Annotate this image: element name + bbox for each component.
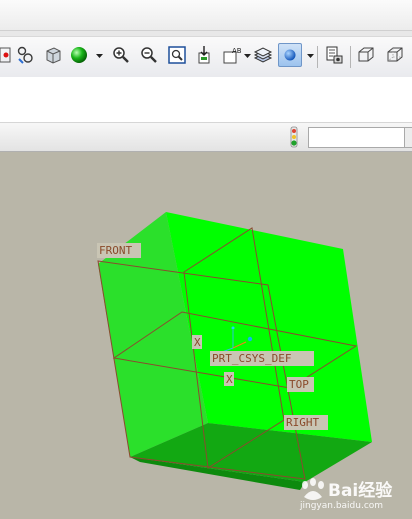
selection-filter[interactable] [308, 127, 406, 148]
toolbar-separator [317, 46, 318, 68]
chevron-down-icon[interactable] [96, 52, 103, 59]
shading-button[interactable] [355, 44, 377, 66]
message-area [0, 77, 412, 123]
svg-text:RIGHT: RIGHT [286, 416, 319, 429]
svg-text:PRT_CSYS_DEF: PRT_CSYS_DEF [212, 352, 291, 365]
svg-text:X: X [226, 373, 233, 386]
zoom-out-icon [141, 47, 157, 63]
chevron-down-icon[interactable] [244, 52, 251, 59]
regenerate-icon [0, 47, 11, 63]
x-axis-label: X [224, 372, 234, 386]
hidden-line-cube-icon [387, 47, 403, 62]
reorient-icon [198, 46, 210, 64]
layers-icon [253, 47, 273, 63]
window-title-strip [0, 0, 412, 31]
reorient-button[interactable] [194, 44, 216, 66]
search-tool-button[interactable] [14, 44, 36, 66]
right-label: RIGHT [284, 415, 328, 430]
wire-cube-icon [358, 47, 374, 62]
toolbar-separator [350, 46, 351, 68]
refit-button[interactable] [166, 44, 188, 66]
top-label: TOP [287, 377, 314, 392]
model-view: FRONT PRT_CSYS_DEF TOP RIGHT X X [97, 212, 372, 490]
layers-button[interactable] [252, 44, 274, 66]
sphere-icon [71, 47, 87, 63]
svg-text:TOP: TOP [289, 378, 309, 391]
view-orient-button[interactable] [42, 44, 64, 66]
watermark-url: jingyan.baidu.com [300, 501, 384, 511]
saved-views-button[interactable]: AB [222, 44, 244, 66]
display-style-button[interactable] [68, 44, 90, 66]
baidu-paw-icon [302, 478, 324, 500]
watermark-brand: Bai经验 [328, 481, 393, 501]
graphics-viewport[interactable]: FRONT PRT_CSYS_DEF TOP RIGHT X X [0, 152, 412, 519]
main-toolbar: AB [0, 36, 412, 78]
zoom-out-button[interactable] [138, 44, 160, 66]
orient-cube-icon [46, 47, 61, 64]
front-label: FRONT [97, 243, 141, 258]
zoom-in-button[interactable] [110, 44, 132, 66]
refit-icon [168, 46, 186, 64]
spin-center-icon [284, 49, 296, 61]
svg-text:FRONT: FRONT [99, 244, 132, 257]
svg-text:X: X [194, 336, 201, 349]
model-tree-icon [326, 46, 343, 64]
csys-label: PRT_CSYS_DEF [210, 351, 314, 366]
filter-dropdown-button[interactable] [404, 127, 412, 148]
x-axis-label: X [192, 335, 202, 349]
chevron-down-icon[interactable] [307, 52, 314, 59]
hidden-line-button[interactable] [384, 44, 406, 66]
model-tree-button[interactable] [323, 44, 345, 66]
traffic-light-icon[interactable] [283, 126, 305, 148]
status-bar [0, 123, 412, 152]
spin-center-button[interactable] [278, 43, 302, 67]
text-view-icon: AB [223, 47, 242, 64]
text-icon-label: AB [232, 47, 242, 55]
zoom-in-icon [113, 47, 129, 63]
search-tool-icon [17, 46, 33, 64]
regenerate-button[interactable] [0, 44, 12, 66]
